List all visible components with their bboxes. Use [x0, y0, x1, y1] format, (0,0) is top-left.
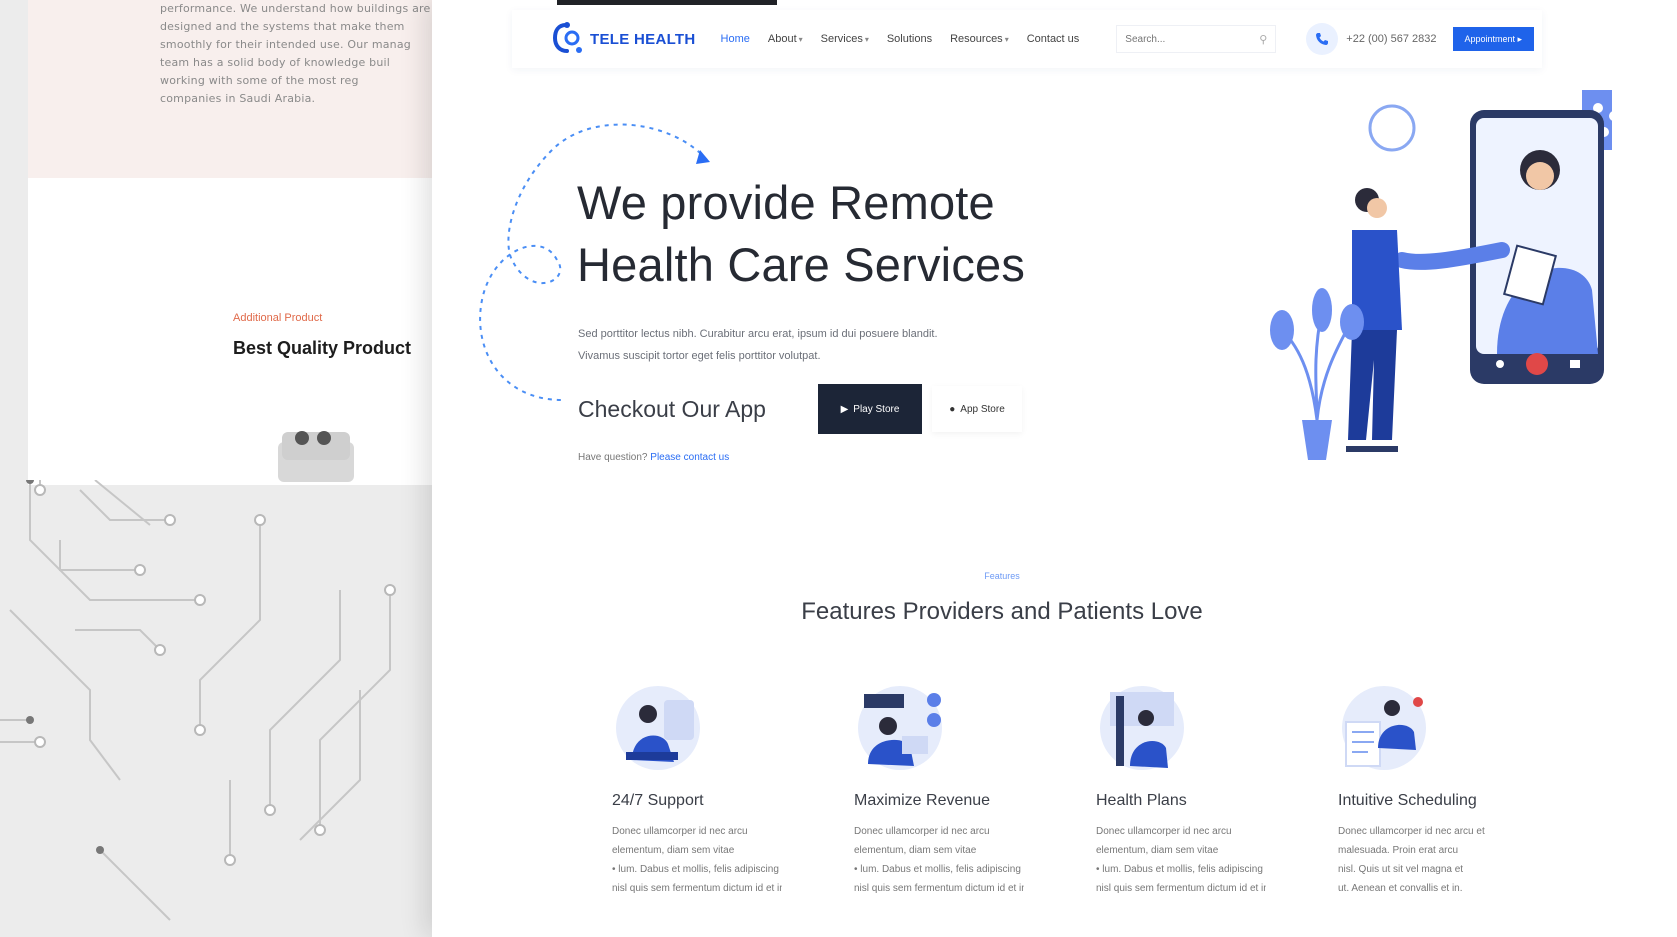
feature-title: Health Plans [1096, 792, 1187, 809]
menu-item-about[interactable]: About ▾ [768, 33, 803, 45]
features-eyebrow: Features [984, 571, 1020, 581]
hero-description: Sed porttitor lectus nibh. Curabitur arc… [578, 323, 1008, 367]
features-title: Features Providers and Patients Love [801, 598, 1203, 625]
revenue-icon [858, 686, 942, 770]
bg-paragraph-line: companies in Saudi Arabia. [160, 92, 316, 105]
bg-paragraph-line: working with some of the most reg [160, 74, 359, 87]
telehealth-illustration [1270, 90, 1612, 460]
hero-title: We provide Remote Health Care Services [577, 172, 1025, 296]
chevron-down-icon: ▾ [798, 35, 803, 44]
bg-heading: Best Quality Product [233, 338, 412, 358]
feature-title: Maximize Revenue [854, 792, 991, 809]
feature-description: Donec ullamcorper id nec arcu et malesua… [1338, 822, 1508, 898]
hero-description-line: Sed porttitor lectus nibh. Curabitur arc… [578, 328, 938, 340]
main-menu: Home About ▾ Services ▾ Solutions Resource… [712, 33, 1089, 45]
menu-item-solutions[interactable]: Solutions [887, 33, 932, 45]
hero-title-line: We provide Remote [577, 176, 995, 229]
hero-title-line: Health Care Services [577, 238, 1026, 291]
navbar: TELE HEALTH Home About ▾ Services ▾ Soluti… [512, 10, 1542, 68]
feature-desc-line: Donec ullamcorper id nec arcu [612, 826, 748, 837]
search-icon[interactable]: ⚲ [1259, 33, 1267, 46]
logo[interactable]: TELE HEALTH [552, 21, 696, 57]
feature-description: Donec ullamcorper id nec arcu elementum,… [612, 822, 782, 898]
support-icon [616, 686, 700, 770]
appointment-button[interactable]: Appointment ▸ [1452, 27, 1535, 51]
menu-label: Resources [950, 33, 1003, 45]
feature-desc-line: Donec ullamcorper id nec arcu [1096, 826, 1232, 837]
logo-icon [552, 22, 582, 53]
main-website-card: TELE HEALTH Home About ▾ Services ▾ Soluti… [432, 0, 1677, 937]
checkout-app-label: Checkout Our App [578, 396, 766, 422]
feature-desc-line: ut. Aenean et convallis et in. [1338, 883, 1463, 894]
menu-label: Home [720, 33, 750, 45]
background-paragraph: performance. We understand how buildings… [160, 0, 448, 108]
chevron-down-icon: ▾ [1004, 35, 1009, 44]
feature-description: Donec ullamcorper id nec arcu elementum,… [1096, 822, 1266, 898]
bg-paragraph-line: designed and the systems that make them [160, 20, 405, 33]
hero-description-line: Vivamus suscipit tortor eget felis portt… [578, 350, 821, 362]
phone-number: +22 (00) 567 2832 [1346, 33, 1437, 45]
feature-desc-line: • lum. Dabus et mollis, felis adipiscing [612, 864, 779, 875]
feature-card-scheduling: Intuitive Scheduling Donec ullamcorper i… [1338, 682, 1508, 898]
chevron-down-icon: ▾ [864, 35, 869, 44]
feature-title: Intuitive Scheduling [1338, 792, 1477, 809]
bg-paragraph-line: team has a solid body of knowledge buil [160, 56, 391, 69]
feature-desc-line: • lum. Dabus et mollis, felis adipiscing [1096, 864, 1263, 875]
top-strip [557, 0, 777, 5]
logo-text: TELE HEALTH [590, 30, 696, 48]
play-icon: ▶ [840, 403, 849, 415]
search-box: ⚲ [1116, 25, 1277, 53]
feature-desc-line: Donec ullamcorper id nec arcu [854, 826, 990, 837]
feature-desc-line: nisl. Quis ut sit vel magna et [1338, 864, 1464, 875]
feature-card-support: 24/7 Support Donec ullamcorper id nec ar… [612, 682, 782, 898]
feature-card-revenue: Maximize Revenue Donec ullamcorper id ne… [854, 682, 1024, 898]
background-page: performance. We understand how buildings… [28, 0, 448, 485]
bg-paragraph-line: smoothly for their intended use. Our man… [160, 38, 411, 51]
feature-description: Donec ullamcorper id nec arcu elementum,… [854, 822, 1024, 898]
menu-item-home[interactable]: Home [721, 33, 750, 45]
play-store-button[interactable]: ▶ Play Store [818, 384, 922, 434]
phone-contact[interactable]: +22 (00) 567 2832 [1306, 23, 1437, 55]
feature-desc-line: nisl quis sem fermentum dictum id et in. [612, 883, 782, 894]
scheduling-icon [1342, 686, 1426, 770]
feature-desc-line: nisl quis sem fermentum dictum id et in. [854, 883, 1024, 894]
feature-desc-line: elementum, diam sem vitae [1096, 845, 1219, 856]
feature-desc-line: • lum. Dabus et mollis, felis adipiscing [854, 864, 1021, 875]
feature-desc-line: elementum, diam sem vitae [612, 845, 735, 856]
menu-label: Contact us [1026, 33, 1080, 45]
menu-label: Services [820, 33, 863, 45]
bg-eyebrow: Additional Product [233, 312, 323, 324]
health-plans-icon [1100, 686, 1184, 770]
feature-desc-line: elementum, diam sem vitae [854, 845, 977, 856]
menu-item-contact[interactable]: Contact us [1027, 33, 1080, 45]
apple-icon: ● [949, 403, 956, 415]
feature-card-health-plans: Health Plans Donec ullamcorper id nec ar… [1096, 682, 1266, 898]
app-store-label: App Store [960, 403, 1005, 415]
circuit-background [0, 480, 396, 921]
sofa-image [278, 431, 354, 482]
feature-title: 24/7 Support [612, 792, 704, 809]
search-input[interactable] [1125, 33, 1246, 45]
menu-item-services[interactable]: Services ▾ [821, 33, 869, 45]
question-text: Have question? [578, 452, 648, 463]
feature-desc-line: nisl quis sem fermentum dictum id et in. [1096, 883, 1266, 894]
menu-item-resources[interactable]: Resources ▾ [950, 33, 1009, 45]
app-store-button[interactable]: ● App Store [932, 386, 1022, 432]
menu-label: Solutions [886, 33, 933, 45]
phone-icon [1306, 23, 1339, 55]
feature-desc-line: malesuada. Proin erat arcu [1338, 845, 1459, 856]
bg-paragraph-line: performance. We understand how buildings… [160, 2, 431, 15]
feature-desc-line: Donec ullamcorper id nec arcu et [1338, 826, 1485, 837]
contact-us-link[interactable]: Please contact us [650, 452, 729, 463]
question-line: Have question? Please contact us [578, 452, 729, 463]
play-store-label: Play Store [853, 403, 900, 415]
menu-label: About [767, 33, 797, 45]
